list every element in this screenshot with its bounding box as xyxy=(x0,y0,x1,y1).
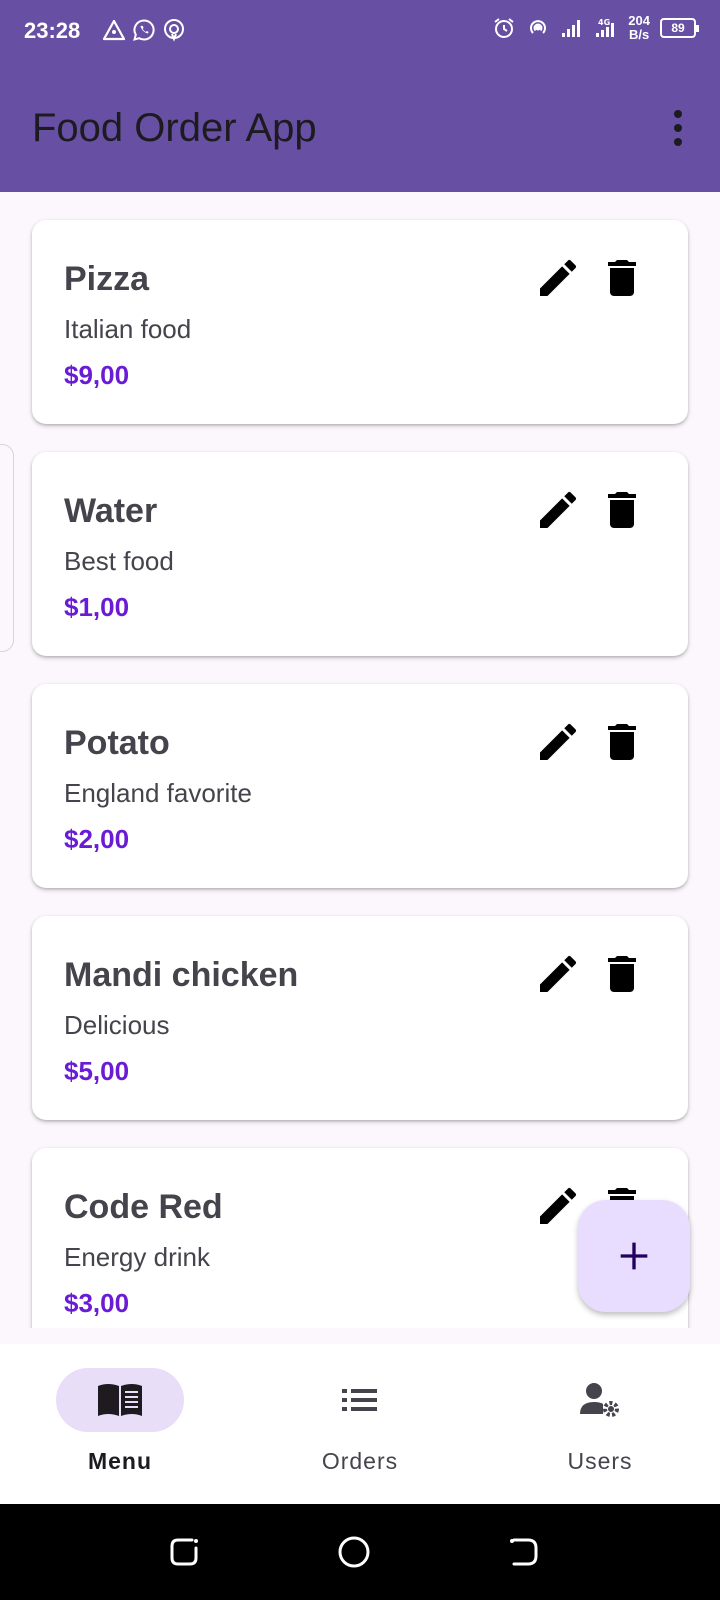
menu-item-price: $5,00 xyxy=(64,1056,130,1086)
menu-item-description: Best food xyxy=(64,546,174,576)
status-notification-icons xyxy=(102,18,186,42)
manage-accounts-icon xyxy=(580,1383,619,1417)
podcast-icon xyxy=(164,19,184,42)
menu-item-card[interactable]: Pizza Italian food $9,00 xyxy=(32,220,688,424)
nav-label-orders: Orders xyxy=(321,1448,399,1474)
nav-item-orders[interactable]: Orders xyxy=(240,1344,480,1504)
nav-icon-container xyxy=(296,1368,424,1432)
list-icon xyxy=(342,1389,377,1411)
menu-item-price: $9,00 xyxy=(64,360,130,390)
menu-item-name: Water xyxy=(64,492,158,530)
edit-icon[interactable] xyxy=(534,718,582,766)
signal-icon xyxy=(562,20,581,37)
nav-label-menu: Menu xyxy=(87,1448,153,1474)
menu-item-name: Code Red xyxy=(64,1188,223,1226)
back-icon[interactable] xyxy=(506,1534,542,1570)
svg-text:4G: 4G xyxy=(598,18,610,27)
status-system-icons: 4G 204 B/s 89 xyxy=(492,14,699,42)
app-bar: Food Order App xyxy=(0,64,720,192)
status-bar: 23:28 4G 204 B/s 89 xyxy=(0,0,720,64)
menu-book-icon xyxy=(98,1384,142,1416)
edit-icon[interactable] xyxy=(534,950,582,998)
edit-icon[interactable] xyxy=(534,254,582,302)
triangle-alert-icon xyxy=(102,19,126,41)
nav-icon-container xyxy=(536,1368,664,1432)
app-title: Food Order App xyxy=(32,106,317,150)
home-icon[interactable] xyxy=(336,1534,372,1570)
whatsapp-icon xyxy=(133,19,155,41)
signal-4g-icon: 4G xyxy=(596,18,615,37)
menu-item-price: $2,00 xyxy=(64,824,130,854)
add-icon xyxy=(620,1242,648,1270)
network-speed-unit: B/s xyxy=(629,27,650,42)
edit-icon[interactable] xyxy=(534,486,582,534)
network-speed-value: 204 xyxy=(628,13,650,28)
delete-icon[interactable] xyxy=(598,718,646,766)
menu-item-price: $1,00 xyxy=(64,592,130,622)
bottom-navigation: Menu Orders Users xyxy=(0,1344,720,1504)
delete-icon[interactable] xyxy=(598,950,646,998)
menu-list[interactable]: Pizza Italian food $9,00 Water Best food… xyxy=(0,192,720,1328)
menu-item-card[interactable]: Potato England favorite $2,00 xyxy=(32,684,688,888)
system-navigation-bar xyxy=(0,1504,720,1600)
alarm-icon xyxy=(494,18,514,38)
recent-apps-icon[interactable] xyxy=(166,1534,202,1570)
menu-item-name: Pizza xyxy=(64,260,150,298)
delete-icon[interactable] xyxy=(598,486,646,534)
nav-item-menu[interactable]: Menu xyxy=(0,1344,240,1504)
edit-icon[interactable] xyxy=(534,1182,582,1230)
menu-item-description: England favorite xyxy=(64,778,252,808)
battery-icon: 89 xyxy=(660,18,699,38)
nav-active-indicator xyxy=(56,1368,184,1432)
menu-item-price: $3,00 xyxy=(64,1288,130,1318)
nav-item-users[interactable]: Users xyxy=(480,1344,720,1504)
add-item-button[interactable] xyxy=(578,1200,690,1312)
delete-icon[interactable] xyxy=(598,254,646,302)
nav-label-users: Users xyxy=(567,1448,633,1474)
hotspot-icon xyxy=(530,20,547,34)
menu-item-description: Italian food xyxy=(64,314,192,344)
menu-item-description: Energy drink xyxy=(64,1242,210,1272)
more-vert-icon[interactable] xyxy=(670,108,686,148)
menu-item-name: Potato xyxy=(64,724,170,762)
status-time: 23:28 xyxy=(24,18,81,43)
menu-item-card[interactable]: Mandi chicken Delicious $5,00 xyxy=(32,916,688,1120)
menu-item-name: Mandi chicken xyxy=(64,956,299,994)
menu-item-description: Delicious xyxy=(64,1010,170,1040)
network-speed: 204 B/s xyxy=(628,14,650,42)
menu-item-card[interactable]: Water Best food $1,00 xyxy=(32,452,688,656)
battery-level: 89 xyxy=(671,21,685,35)
drawer-handle[interactable] xyxy=(0,444,14,652)
